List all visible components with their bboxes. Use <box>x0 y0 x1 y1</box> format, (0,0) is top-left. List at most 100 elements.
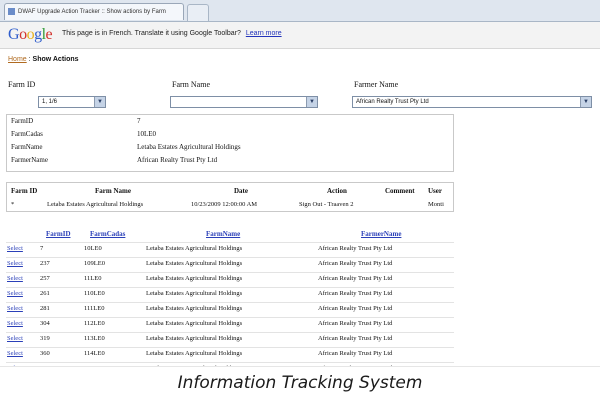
grid-cell-farm-id: 7 <box>40 245 44 252</box>
breadcrumb-home-link[interactable]: Home <box>8 56 27 63</box>
farm-name-select[interactable]: ▼ <box>170 96 318 108</box>
select-link[interactable]: Select <box>7 290 23 297</box>
caption-band: Information Tracking System <box>0 366 600 401</box>
grid-cell-farm-cadas: 113LE0 <box>84 335 105 342</box>
grid-cell-farm-name: Letaba Estates Agricultural Holdings <box>146 350 243 357</box>
table-row[interactable]: Select 360 114LE0 Letaba Estates Agricultur… <box>6 347 454 362</box>
grid-cell-farm-id: 281 <box>40 305 50 312</box>
translate-message: This page is in French. Translate it usi… <box>62 30 282 37</box>
translate-bar: Google This page is in French. Translate… <box>0 22 600 49</box>
chevron-down-icon[interactable]: ▼ <box>94 97 105 107</box>
farmer-name-select[interactable]: African Realty Trust Pty Ltd ▼ <box>352 96 592 108</box>
table-row[interactable]: Select 281 111LE0 Letaba Estates Agricultur… <box>6 302 454 317</box>
farm-id-label: Farm ID <box>8 80 36 89</box>
browser-tab-title: DWAF Upgrade Action Tracker :: Show acti… <box>18 9 166 15</box>
grid-cell-farm-id: 319 <box>40 335 50 342</box>
action-cell-user: Monti <box>428 201 444 208</box>
grid-cell-farm-name: Letaba Estates Agricultural Holdings <box>146 260 243 267</box>
table-row[interactable]: Select 304 112LE0 Letaba Estates Agricultur… <box>6 317 454 332</box>
detail-value: 7 <box>137 117 141 125</box>
chevron-down-icon[interactable]: ▼ <box>580 97 591 107</box>
browser-tab[interactable]: DWAF Upgrade Action Tracker :: Show acti… <box>4 3 184 20</box>
select-link[interactable]: Select <box>7 335 23 342</box>
detail-label: FarmCadas <box>11 130 43 138</box>
page-favicon-icon <box>8 7 15 15</box>
breadcrumb-current: Show Actions <box>32 56 79 63</box>
grid-header-farmer-name[interactable]: FarmerName <box>361 230 401 238</box>
table-row[interactable]: Select 257 11LE0 Letaba Estates Agricultura… <box>6 272 454 287</box>
farm-id-select-value: 1, 1/6 <box>42 99 58 105</box>
caption-text: Information Tracking System <box>177 373 423 393</box>
select-link[interactable]: Select <box>7 260 23 267</box>
grid-cell-farmer-name: African Realty Trust Pty Ltd <box>318 260 393 267</box>
farm-id-select[interactable]: 1, 1/6 ▼ <box>38 96 106 108</box>
action-cell-farm-id: * <box>11 201 15 208</box>
grid-cell-farm-name: Letaba Estates Agricultural Holdings <box>146 275 243 282</box>
action-cell-farm-name: Letaba Estates Agricultural Holdings <box>47 201 144 208</box>
farm-grid: FarmID FarmCadas FarmName FarmerName Sel… <box>6 226 454 366</box>
actions-header-date: Date <box>234 187 248 195</box>
select-link[interactable]: Select <box>7 245 23 252</box>
grid-cell-farm-cadas: 11LE0 <box>84 275 102 282</box>
breadcrumb: Home : Show Actions <box>8 56 79 63</box>
select-link[interactable]: Select <box>7 320 23 327</box>
detail-value: 10LE0 <box>137 130 157 138</box>
grid-cell-farm-name: Letaba Estates Agricultural Holdings <box>146 305 243 312</box>
learn-more-link[interactable]: Learn more <box>246 30 282 37</box>
farmer-name-select-value: African Realty Trust Pty Ltd <box>356 99 429 105</box>
detail-value: Letaba Estates Agricultural Holdings <box>137 143 241 151</box>
detail-value: African Realty Trust Pty Ltd <box>137 156 218 164</box>
actions-header-farm-id: Farm ID <box>11 187 38 195</box>
actions-header-user: User <box>428 187 442 195</box>
actions-header-farm-name: Farm Name <box>95 187 131 195</box>
actions-header-action: Action <box>327 187 347 195</box>
actions-header-comment: Comment <box>385 187 415 195</box>
detail-label: FarmID <box>11 117 34 125</box>
grid-cell-farmer-name: African Realty Trust Pty Ltd <box>318 335 393 342</box>
farm-details: FarmID 7 FarmCadas 10LE0 FarmName Letaba… <box>6 114 454 172</box>
grid-cell-farmer-name: African Realty Trust Pty Ltd <box>318 320 393 327</box>
new-tab-button[interactable] <box>187 4 209 21</box>
detail-label: FarmerName <box>11 156 48 164</box>
actions-table: Farm ID Farm Name Date Action Comment Us… <box>6 182 454 212</box>
detail-label: FarmName <box>11 143 43 151</box>
action-cell-date: 10/23/2009 12:00:00 AM <box>191 201 258 208</box>
grid-cell-farm-name: Letaba Estates Agricultural Holdings <box>146 245 243 252</box>
google-logo: Google <box>8 26 53 43</box>
grid-cell-farmer-name: African Realty Trust Pty Ltd <box>318 275 393 282</box>
grid-cell-farm-id: 304 <box>40 320 50 327</box>
grid-cell-farm-name: Letaba Estates Agricultural Holdings <box>146 320 243 327</box>
grid-header-farm-id[interactable]: FarmID <box>46 230 71 238</box>
table-row[interactable]: Select 7 10LE0 Letaba Estates Agricultural … <box>6 242 454 257</box>
grid-cell-farm-id: 261 <box>40 290 50 297</box>
grid-cell-farm-cadas: 114LE0 <box>84 350 105 357</box>
grid-cell-farm-cadas: 10LE0 <box>84 245 102 252</box>
grid-cell-farm-id: 257 <box>40 275 50 282</box>
grid-cell-farmer-name: African Realty Trust Pty Ltd <box>318 305 393 312</box>
table-row[interactable]: Select 237 109LE0 Letaba Estates Agricultur… <box>6 257 454 272</box>
grid-cell-farm-cadas: 109LE0 <box>84 260 105 267</box>
grid-cell-farm-cadas: 110LE0 <box>84 290 105 297</box>
grid-cell-farm-name: Letaba Estates Agricultural Holdings <box>146 335 243 342</box>
table-row[interactable]: Select 319 113LE0 Letaba Estates Agricultur… <box>6 332 454 347</box>
translate-message-text: This page is in French. Translate it usi… <box>62 30 241 37</box>
grid-cell-farm-cadas: 111LE0 <box>84 305 105 312</box>
table-row[interactable]: Select 261 110LE0 Letaba Estates Agricultur… <box>6 287 454 302</box>
grid-cell-farmer-name: African Realty Trust Pty Ltd <box>318 245 393 252</box>
select-link[interactable]: Select <box>7 350 23 357</box>
chevron-down-icon[interactable]: ▼ <box>306 97 317 107</box>
grid-header-farm-name[interactable]: FarmName <box>206 230 240 238</box>
grid-cell-farm-name: Letaba Estates Agricultural Holdings <box>146 290 243 297</box>
farmer-name-label: Farmer Name <box>354 80 399 89</box>
grid-cell-farmer-name: African Realty Trust Pty Ltd <box>318 290 393 297</box>
farm-name-label: Farm Name <box>172 80 210 89</box>
select-link[interactable]: Select <box>7 275 23 282</box>
grid-cell-farm-id: 237 <box>40 260 50 267</box>
action-cell-action: Sign Out - Traaven 2 <box>299 201 354 208</box>
grid-cell-farm-cadas: 112LE0 <box>84 320 105 327</box>
grid-header-farm-cadas[interactable]: FarmCadas <box>90 230 125 238</box>
grid-cell-farmer-name: African Realty Trust Pty Ltd <box>318 350 393 357</box>
browser-tab-strip: DWAF Upgrade Action Tracker :: Show acti… <box>0 0 600 22</box>
select-link[interactable]: Select <box>7 305 23 312</box>
grid-cell-farm-id: 360 <box>40 350 50 357</box>
